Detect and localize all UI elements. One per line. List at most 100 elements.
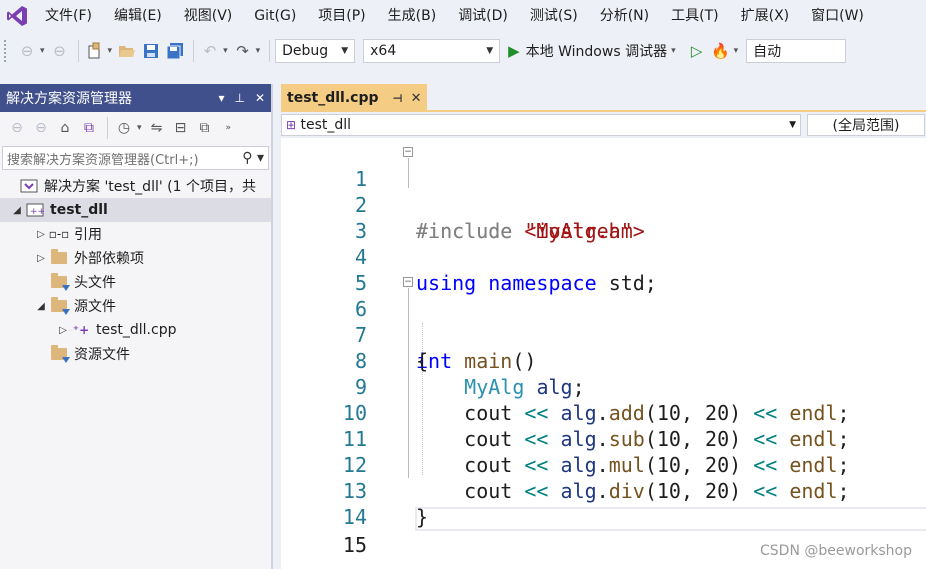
close-tab-icon[interactable]: ✕ bbox=[411, 91, 422, 106]
collapse-all-icon[interactable]: ⊟ bbox=[170, 117, 192, 139]
new-project-icon[interactable] bbox=[84, 40, 106, 62]
back-icon[interactable]: ⊖ bbox=[6, 117, 28, 139]
tree-item-test-dll-cpp[interactable]: ▷ ⁺+ test_dll.cpp bbox=[0, 318, 271, 342]
collapsed-arrow-icon[interactable]: ▷ bbox=[34, 253, 48, 264]
menu-test[interactable]: 测试(S) bbox=[519, 0, 589, 32]
menu-window[interactable]: 窗口(W) bbox=[800, 0, 875, 32]
save-all-icon[interactable] bbox=[164, 40, 186, 62]
run-dropdown-icon[interactable]: ▾ bbox=[671, 46, 676, 56]
collapse-icon[interactable]: − bbox=[403, 277, 413, 287]
expanded-arrow-icon[interactable]: ◢ bbox=[34, 301, 48, 312]
tree-item-header-files[interactable]: 头文件 bbox=[0, 270, 271, 294]
svg-text:++: ++ bbox=[30, 207, 44, 217]
filter-folder-icon bbox=[48, 345, 70, 363]
standard-toolbar: ⊖ ▾ ⊖ ▾ ↶ ▾ ↷ ▾ Debug ▼ x64 ▼ ▶ 本地 Windo… bbox=[0, 32, 926, 70]
chevron-down-icon: ▼ bbox=[486, 46, 494, 56]
menu-extensions[interactable]: 扩展(X) bbox=[730, 0, 801, 32]
expanded-arrow-icon[interactable]: ◢ bbox=[10, 205, 24, 216]
toolbar-separator bbox=[193, 40, 195, 62]
code-line: 6 − int main() bbox=[281, 270, 926, 373]
code-line: 10 cout << alg.sub(10, 20) << endl; bbox=[281, 374, 926, 451]
pending-changes-filter-icon[interactable]: ◷ bbox=[113, 117, 135, 139]
global-scope-value: (全局范围) bbox=[832, 118, 900, 134]
forward-icon[interactable]: ⊖ bbox=[30, 117, 52, 139]
tree-item-label: test_dll bbox=[50, 202, 108, 218]
filter-dropdown-icon[interactable]: ▾ bbox=[137, 123, 142, 133]
run-label: 本地 Windows 调试器 bbox=[525, 44, 668, 60]
more-icon[interactable]: » bbox=[226, 123, 232, 133]
window-position-dropdown-icon[interactable]: ▾ bbox=[218, 91, 224, 105]
tree-item-label: 外部依赖项 bbox=[74, 251, 144, 267]
sync-icon[interactable]: ⇋ bbox=[146, 117, 168, 139]
collapsed-arrow-icon[interactable]: ▷ bbox=[56, 325, 70, 336]
tab-label: test_dll.cpp bbox=[287, 90, 379, 106]
toolbar-grip[interactable] bbox=[4, 40, 10, 62]
redo-icon[interactable]: ↷ bbox=[232, 40, 254, 62]
tab-test-dll-cpp[interactable]: test_dll.cpp ⊣ ✕ bbox=[281, 84, 427, 112]
menu-project[interactable]: 项目(P) bbox=[307, 0, 376, 32]
code-line: 5 bbox=[281, 244, 926, 295]
configuration-value: Debug bbox=[282, 43, 329, 59]
menu-debug[interactable]: 调试(D) bbox=[447, 0, 519, 32]
start-without-debugging-icon[interactable]: ▷ bbox=[686, 40, 708, 62]
tree-item-source-files[interactable]: ◢ 源文件 bbox=[0, 294, 271, 318]
global-scope-select[interactable]: (全局范围) bbox=[807, 114, 925, 136]
menu-file[interactable]: 文件(F) bbox=[34, 0, 103, 32]
tree-item-solution[interactable]: 解决方案 'test_dll' (1 个项目，共 bbox=[0, 174, 271, 198]
code-line: 9 cout << alg.add(10, 20) << endl; bbox=[281, 348, 926, 425]
solution-explorer-title-bar[interactable]: 解决方案资源管理器 ▾ ⊥ ✕ bbox=[0, 84, 271, 112]
save-icon[interactable] bbox=[140, 40, 162, 62]
start-debugging-button[interactable]: ▶ 本地 Windows 调试器 ▾ bbox=[508, 41, 679, 61]
search-icon[interactable]: ⚲ ▾ bbox=[242, 150, 268, 166]
menu-bar: 文件(F) 编辑(E) 视图(V) Git(G) 项目(P) 生成(B) 调试(… bbox=[0, 0, 926, 32]
menu-edit[interactable]: 编辑(E) bbox=[103, 0, 173, 32]
navigation-bar: ⊞ test_dll ▼ (全局范围) bbox=[281, 112, 926, 138]
tree-item-label: 解决方案 'test_dll' (1 个项目，共 bbox=[44, 179, 256, 195]
tree-item-external-dependencies[interactable]: ▷ 外部依赖项 bbox=[0, 246, 271, 270]
menu-view[interactable]: 视图(V) bbox=[173, 0, 244, 32]
menu-build[interactable]: 生成(B) bbox=[377, 0, 448, 32]
home-icon[interactable]: ⌂ bbox=[54, 117, 76, 139]
menu-git[interactable]: Git(G) bbox=[243, 0, 307, 32]
switch-views-icon[interactable]: ⧉ bbox=[78, 117, 100, 139]
code-line: 14 bbox=[281, 478, 926, 529]
back-dropdown-icon[interactable]: ▾ bbox=[40, 46, 45, 56]
solution-explorer-panel: 解决方案资源管理器 ▾ ⊥ ✕ ⊖ ⊖ ⌂ ⧉ ◷ ▾ ⇋ ⊟ ⧉ » 搜索解决… bbox=[0, 84, 273, 569]
editor-tab-strip: test_dll.cpp ⊣ ✕ bbox=[281, 84, 926, 112]
new-dropdown-icon[interactable]: ▾ bbox=[108, 46, 113, 56]
close-icon[interactable]: ✕ bbox=[255, 91, 265, 105]
show-all-files-icon[interactable]: ⧉ bbox=[194, 117, 216, 139]
collapsed-arrow-icon[interactable]: ▷ bbox=[34, 229, 48, 240]
code-editor[interactable]: 1 − #include <iostream> 2 #include "MyAl… bbox=[281, 138, 926, 569]
auto-select[interactable]: 自动 bbox=[746, 39, 847, 63]
chevron-down-icon: ▼ bbox=[341, 46, 349, 56]
back-icon[interactable]: ⊖ bbox=[16, 40, 38, 62]
hot-reload-dropdown-icon[interactable]: ▾ bbox=[734, 46, 739, 56]
redo-dropdown-icon[interactable]: ▾ bbox=[256, 46, 261, 56]
tree-item-project[interactable]: ◢ ++ test_dll bbox=[0, 198, 271, 222]
menu-analyze[interactable]: 分析(N) bbox=[589, 0, 660, 32]
hot-reload-icon[interactable]: 🔥 bbox=[710, 40, 732, 62]
tree-item-references[interactable]: ▷ ▫-▫ 引用 bbox=[0, 222, 271, 246]
pin-icon[interactable]: ⊥ bbox=[234, 91, 244, 105]
references-icon: ▫-▫ bbox=[48, 227, 70, 241]
collapse-icon[interactable]: − bbox=[403, 147, 413, 157]
code-line: 1 − #include <iostream> bbox=[281, 140, 926, 243]
undo-icon[interactable]: ↶ bbox=[199, 40, 221, 62]
tree-item-resource-files[interactable]: 资源文件 bbox=[0, 342, 271, 366]
pin-tab-icon[interactable]: ⊣ bbox=[393, 92, 403, 105]
menu-tools[interactable]: 工具(T) bbox=[660, 0, 729, 32]
solution-icon bbox=[18, 177, 40, 195]
forward-icon[interactable]: ⊖ bbox=[49, 40, 71, 62]
solution-search-input[interactable]: 搜索解决方案资源管理器(Ctrl+;) ⚲ ▾ bbox=[2, 146, 269, 170]
code-line: 13 } bbox=[281, 452, 926, 529]
undo-dropdown-icon[interactable]: ▾ bbox=[223, 46, 228, 56]
solution-configuration-select[interactable]: Debug ▼ bbox=[275, 39, 356, 63]
code-line: 7 { bbox=[281, 296, 926, 373]
project-scope-select[interactable]: ⊞ test_dll ▼ bbox=[281, 114, 801, 136]
visual-studio-logo-icon[interactable] bbox=[0, 0, 34, 32]
solution-platform-select[interactable]: x64 ▼ bbox=[363, 39, 501, 63]
open-folder-icon[interactable] bbox=[116, 40, 138, 62]
external-dependencies-icon bbox=[48, 249, 70, 267]
platform-value: x64 bbox=[370, 43, 397, 59]
